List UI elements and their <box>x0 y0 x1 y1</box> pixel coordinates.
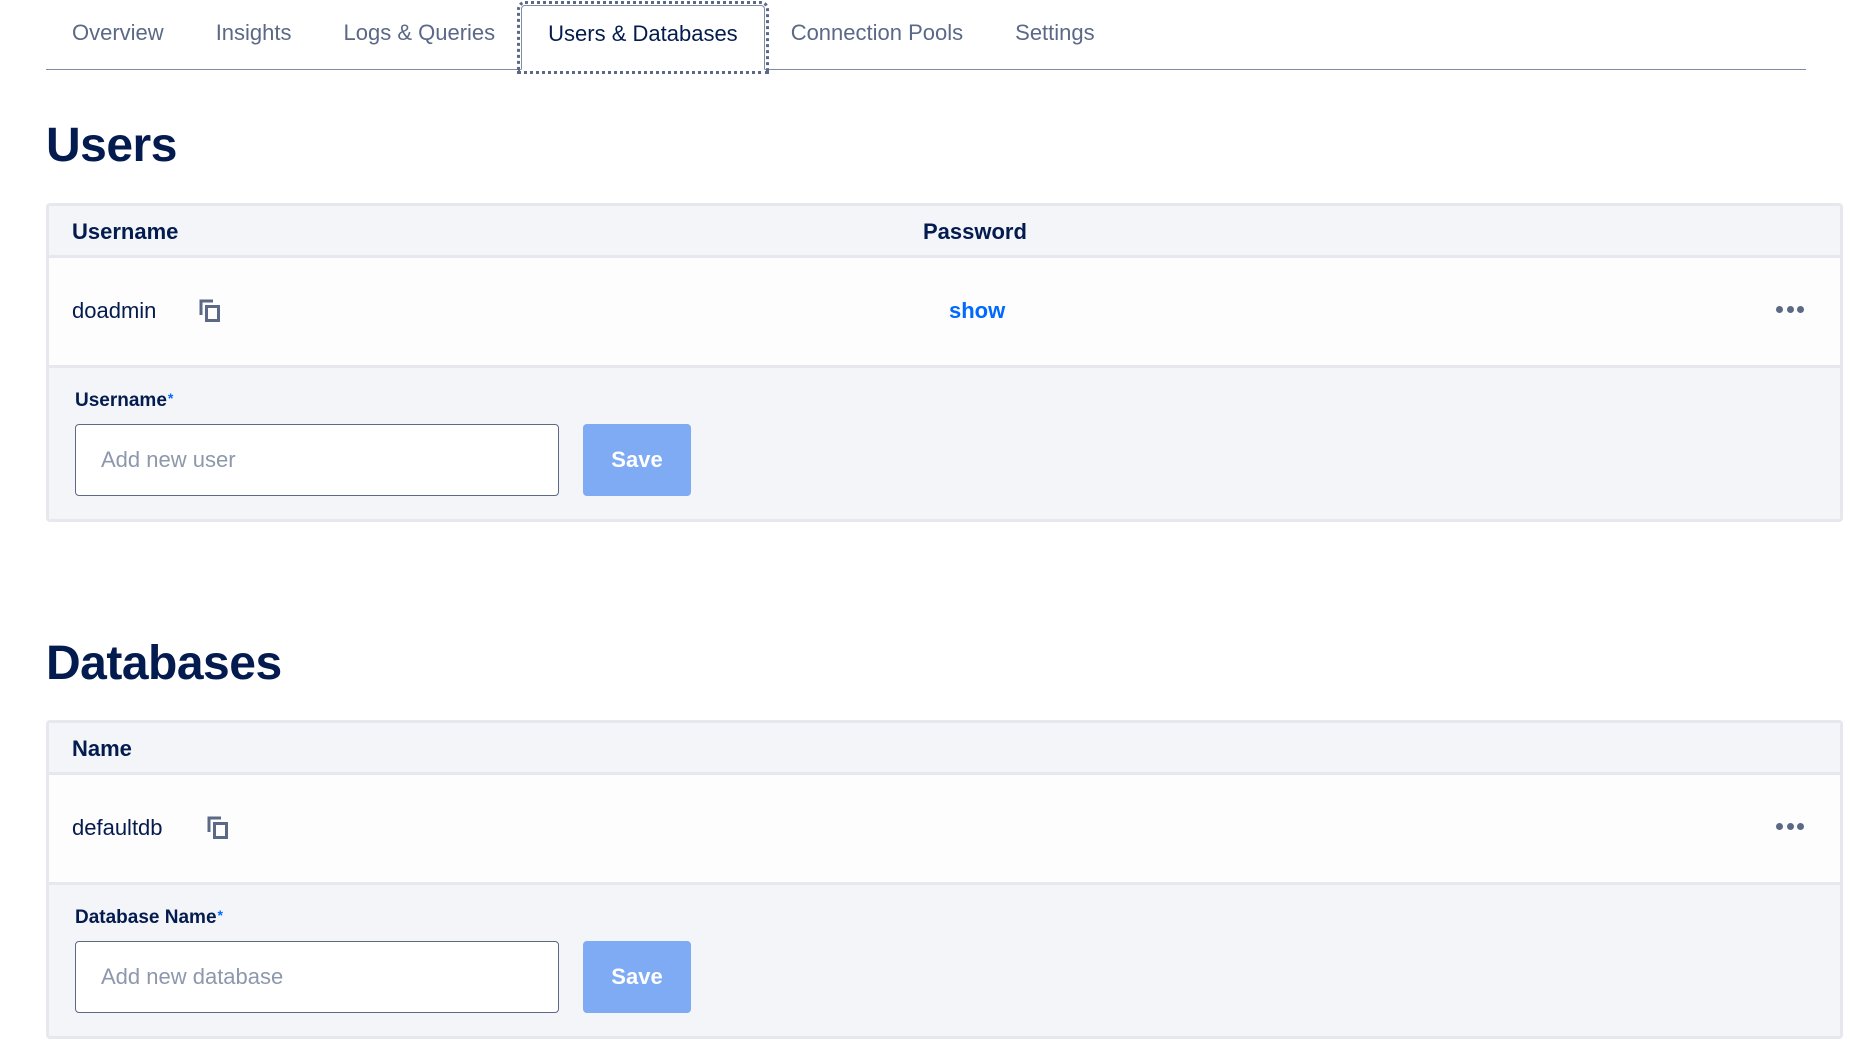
copy-icon-glyph <box>207 816 228 839</box>
databases-table: Name defaultdb Database Name* Save <box>46 720 1843 1039</box>
page: Overview Insights Logs & Queries Users &… <box>0 0 1864 1050</box>
username-value: doadmin <box>72 298 157 323</box>
tab-bar: Overview Insights Logs & Queries Users &… <box>46 0 1806 74</box>
dot <box>1786 305 1794 313</box>
column-header-name: Name <box>72 736 132 761</box>
dot <box>1786 822 1794 830</box>
username-label-text: Username <box>75 390 167 411</box>
more-horizontal-icon[interactable] <box>1776 819 1804 833</box>
dot <box>1776 305 1783 313</box>
username-field-label: Username* <box>75 390 173 412</box>
tab-connection-pools[interactable]: Connection Pools <box>765 5 989 69</box>
dot <box>1797 822 1804 830</box>
tab-insights[interactable]: Insights <box>190 5 318 69</box>
add-database-form: Database Name* Save <box>49 885 1840 1036</box>
copy-icon[interactable] <box>206 815 230 841</box>
show-password-link[interactable]: show <box>949 298 1005 324</box>
tab-settings[interactable]: Settings <box>989 5 1121 69</box>
table-row: doadmin show <box>49 258 1840 368</box>
save-user-button[interactable]: Save <box>583 424 691 496</box>
column-header-password: Password <box>923 219 1027 244</box>
dot <box>1797 305 1804 313</box>
copy-icon[interactable] <box>198 298 222 324</box>
new-username-input[interactable] <box>75 424 559 496</box>
column-header-username: Username <box>72 219 179 244</box>
dot <box>1776 822 1783 830</box>
save-database-button[interactable]: Save <box>583 941 691 1013</box>
users-heading: Users <box>46 119 177 172</box>
databases-table-header: Name <box>49 723 1840 775</box>
add-user-form: Username* Save <box>49 368 1840 519</box>
more-horizontal-icon[interactable] <box>1776 302 1804 316</box>
databases-heading: Databases <box>46 637 282 690</box>
tab-overview[interactable]: Overview <box>46 5 190 69</box>
database-name-value: defaultdb <box>72 815 163 840</box>
tab-users-databases[interactable]: Users & Databases <box>517 1 769 74</box>
users-table-header: Username Password <box>49 206 1840 258</box>
copy-icon-glyph <box>199 299 220 322</box>
users-table: Username Password doadmin show Username* <box>46 203 1843 522</box>
new-database-input[interactable] <box>75 941 559 1013</box>
database-name-field-label: Database Name* <box>75 907 223 929</box>
required-marker: * <box>217 907 223 923</box>
table-row: defaultdb <box>49 775 1840 885</box>
required-marker: * <box>167 390 174 406</box>
tab-logs-queries[interactable]: Logs & Queries <box>318 5 522 69</box>
database-name-label-text: Database Name <box>75 907 217 928</box>
